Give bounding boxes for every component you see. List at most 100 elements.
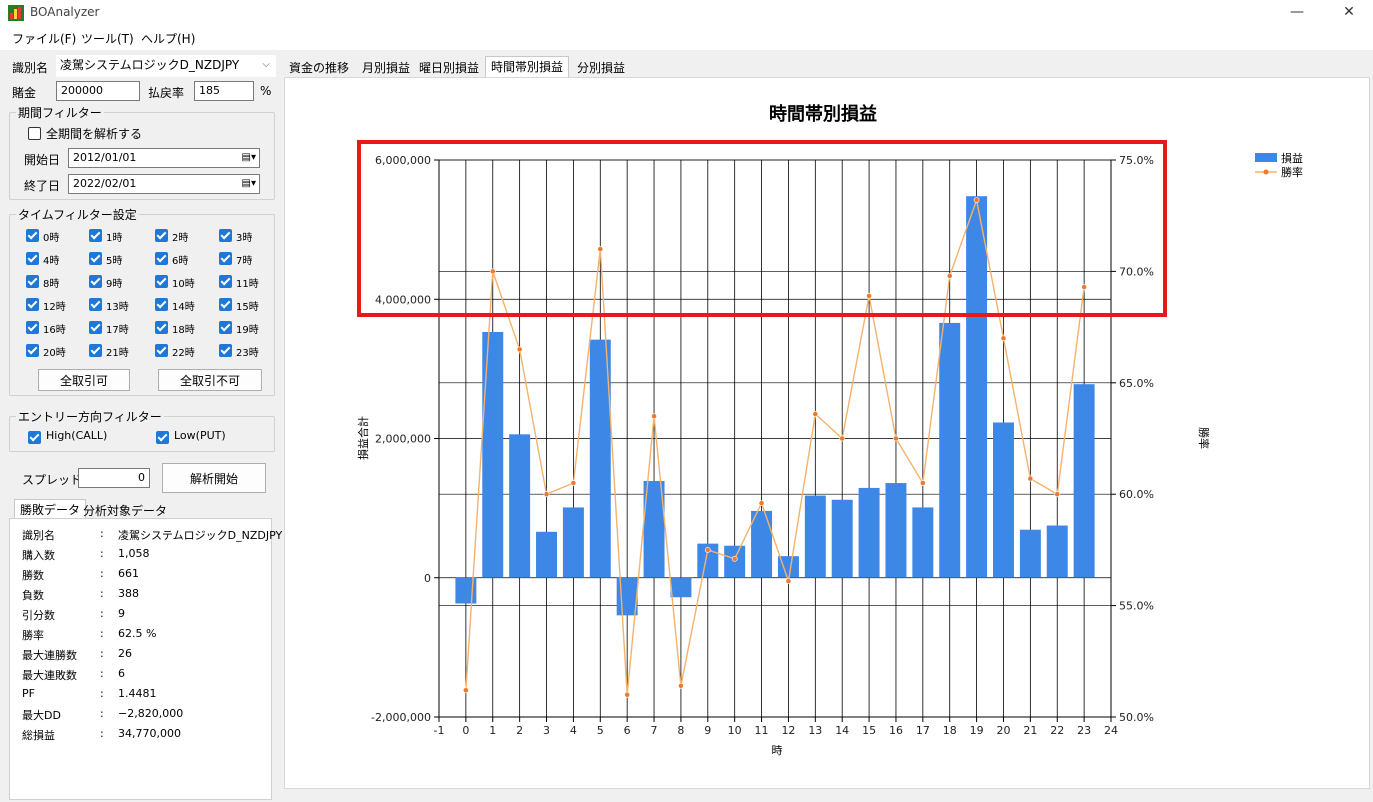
deselect-all-button[interactable]: 全取引不可 bbox=[158, 369, 262, 391]
start-date-value: 2012/01/01 bbox=[73, 151, 137, 164]
stat-separator: : bbox=[100, 727, 104, 740]
low-put-checkbox[interactable] bbox=[156, 431, 169, 444]
x-tick-label: 21 bbox=[1023, 724, 1037, 737]
hour-checkbox-0[interactable] bbox=[26, 229, 39, 242]
period-filter-title: 期間フィルター bbox=[16, 104, 104, 121]
start-date-picker[interactable]: 2012/01/01 ▤▾ bbox=[68, 148, 260, 168]
winrate-point bbox=[651, 413, 657, 420]
tab-win-loss-data[interactable]: 勝敗データ bbox=[14, 499, 87, 519]
hour-checkbox-17[interactable] bbox=[89, 321, 102, 334]
stat-value: 1,058 bbox=[118, 547, 150, 560]
legend-bar-swatch bbox=[1255, 153, 1277, 162]
x-tick-label: 4 bbox=[570, 724, 577, 737]
hour-checkbox-8[interactable] bbox=[26, 275, 39, 288]
stat-separator: : bbox=[100, 547, 104, 560]
stat-key: 最大DD bbox=[22, 709, 61, 722]
x-tick-label: 10 bbox=[728, 724, 742, 737]
y-tick-label: 0 bbox=[424, 572, 431, 585]
menu-bar: ファイル(F) ツール(T) ヘルプ(H) bbox=[0, 26, 1373, 50]
settings-panel: 識別名 凌駕システムロジックD_NZDJPY ⌵ 賭金 200000 払戻率 1… bbox=[0, 50, 282, 802]
hour-checkbox-11[interactable] bbox=[219, 275, 232, 288]
tab-weekday-profit[interactable]: 曜日別損益 bbox=[414, 58, 484, 78]
hour-checkbox-7[interactable] bbox=[219, 252, 232, 265]
time-filter-title: タイムフィルター設定 bbox=[16, 206, 139, 223]
profit-bar bbox=[804, 495, 826, 578]
time-filter-group: タイムフィルター設定 0時 1時 2時 3時 4時 5時 6時 7時 8時 9時 10時 11時 12時… bbox=[9, 206, 275, 396]
legend-line-label: 勝率 bbox=[1281, 165, 1303, 179]
hour-checkbox-3[interactable] bbox=[219, 229, 232, 242]
hour-checkbox-4[interactable] bbox=[26, 252, 39, 265]
hour-checkbox-22[interactable] bbox=[155, 344, 168, 357]
hour-checkbox-1[interactable] bbox=[89, 229, 102, 242]
hour-checkbox-label: 13時 bbox=[106, 302, 129, 313]
all-period-checkbox[interactable] bbox=[28, 127, 41, 140]
tab-monthly-profit[interactable]: 月別損益 bbox=[357, 58, 415, 78]
hour-checkbox-16[interactable] bbox=[26, 321, 39, 334]
hour-checkbox-23[interactable] bbox=[219, 344, 232, 357]
bar-series bbox=[455, 196, 1095, 616]
hour-checkbox-20[interactable] bbox=[26, 344, 39, 357]
hour-checkbox-label: 7時 bbox=[236, 256, 253, 267]
y2-tick-label: 75.0% bbox=[1119, 154, 1154, 167]
profit-bar bbox=[885, 483, 907, 578]
hour-checkbox-label: 16時 bbox=[43, 325, 66, 336]
x-tick-label: 0 bbox=[462, 724, 469, 737]
hour-checkbox-19[interactable] bbox=[219, 321, 232, 334]
stat-value: 388 bbox=[118, 587, 139, 600]
y-tick-label: 2,000,000 bbox=[375, 433, 431, 446]
profit-bar bbox=[482, 331, 504, 578]
hour-checkbox-label: 9時 bbox=[106, 279, 123, 290]
hour-checkbox-18[interactable] bbox=[155, 321, 168, 334]
legend-line-marker bbox=[1263, 169, 1269, 175]
select-all-button[interactable]: 全取引可 bbox=[38, 369, 130, 391]
winrate-point bbox=[543, 491, 550, 498]
stake-label: 賭金 bbox=[12, 86, 37, 100]
tab-fund-transition[interactable]: 資金の推移 bbox=[284, 58, 354, 78]
close-button[interactable]: ✕ bbox=[1326, 0, 1372, 26]
hour-checkbox-21[interactable] bbox=[89, 344, 102, 357]
hour-checkbox-15[interactable] bbox=[219, 298, 232, 311]
hour-checkbox-12[interactable] bbox=[26, 298, 39, 311]
tab-hourly-profit[interactable]: 時間帯別損益 bbox=[485, 56, 570, 77]
hour-checkbox-6[interactable] bbox=[155, 252, 168, 265]
menu-file[interactable]: ファイル(F) bbox=[12, 30, 76, 47]
stake-input[interactable]: 200000 bbox=[56, 81, 140, 101]
hour-checkbox-label: 14時 bbox=[172, 302, 195, 313]
profit-bar bbox=[858, 487, 880, 578]
id-select-value: 凌駕システムロジックD_NZDJPY bbox=[60, 58, 240, 72]
stat-key: 負数 bbox=[22, 589, 44, 602]
id-label: 識別名 bbox=[12, 61, 49, 75]
payout-input[interactable]: 185 bbox=[194, 81, 254, 101]
hour-checkbox-13[interactable] bbox=[89, 298, 102, 311]
hour-checkbox-2[interactable] bbox=[155, 229, 168, 242]
stat-separator: : bbox=[100, 527, 104, 540]
winrate-point bbox=[570, 480, 577, 486]
stats-panel: 識別名: 凌駕システムロジックD_NZDJPY 購入数: 1,058 勝数: 661 負数:… bbox=[9, 518, 282, 800]
x-tick-label: 7 bbox=[651, 724, 658, 737]
maximize-button[interactable] bbox=[1280, 0, 1326, 26]
tab-minute-profit[interactable]: 分別損益 bbox=[572, 58, 630, 78]
stat-value: 9 bbox=[118, 607, 125, 620]
spread-input[interactable]: 0 bbox=[78, 468, 150, 488]
hour-checkbox-14[interactable] bbox=[155, 298, 168, 311]
stat-value: 26 bbox=[118, 647, 132, 660]
menu-tools[interactable]: ツール(T) bbox=[81, 30, 134, 47]
payout-label: 払戻率 bbox=[148, 86, 185, 100]
stat-key: 最大連勝数 bbox=[22, 649, 77, 662]
high-call-checkbox[interactable] bbox=[28, 431, 41, 444]
winrate-point bbox=[731, 555, 738, 562]
hour-checkbox-9[interactable] bbox=[89, 275, 102, 288]
hour-checkbox-10[interactable] bbox=[155, 275, 168, 288]
stat-separator: : bbox=[100, 707, 104, 720]
profit-bar bbox=[509, 434, 531, 578]
hour-checkbox-label: 10時 bbox=[172, 279, 195, 290]
hour-checkbox-label: 18時 bbox=[172, 325, 195, 336]
winrate-point bbox=[1027, 475, 1034, 482]
id-select[interactable]: 凌駕システムロジックD_NZDJPY ⌵ bbox=[56, 55, 276, 77]
analyze-button[interactable]: 解析開始 bbox=[162, 463, 266, 493]
menu-help[interactable]: ヘルプ(H) bbox=[141, 30, 195, 47]
hour-checkbox-5[interactable] bbox=[89, 252, 102, 265]
end-date-picker[interactable]: 2022/02/01 ▤▾ bbox=[68, 174, 260, 194]
x-tick-label: 17 bbox=[916, 724, 930, 737]
y-tick-label: -2,000,000 bbox=[371, 711, 431, 724]
